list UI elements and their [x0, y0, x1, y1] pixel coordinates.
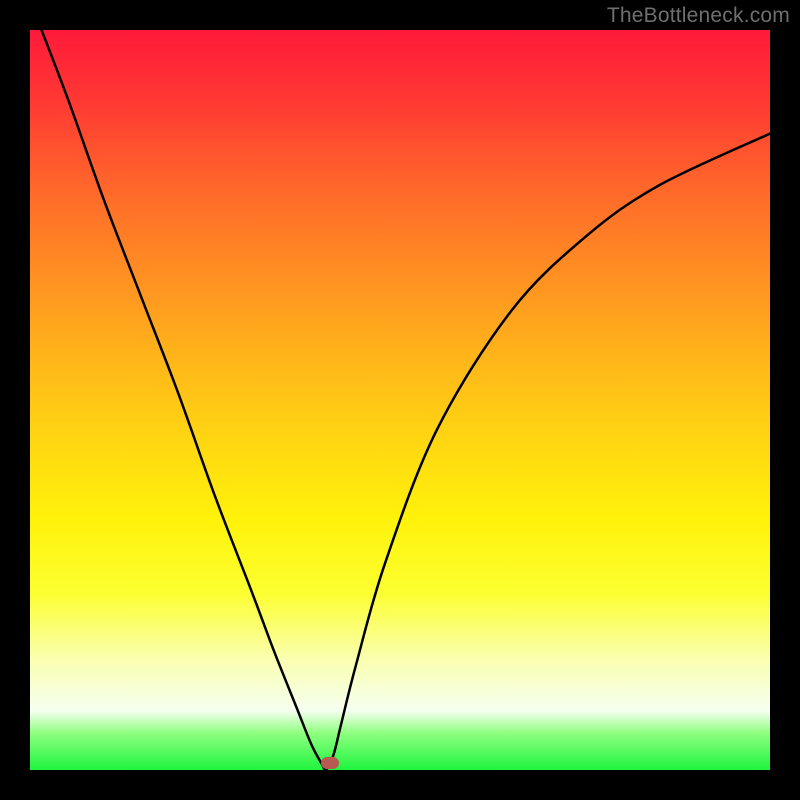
- bottleneck-curve: [30, 30, 770, 770]
- plot-area: [30, 30, 770, 770]
- chart-frame: TheBottleneck.com: [0, 0, 800, 800]
- minimum-marker: [321, 757, 339, 769]
- watermark-text: TheBottleneck.com: [607, 4, 790, 28]
- curve-svg: [30, 30, 770, 770]
